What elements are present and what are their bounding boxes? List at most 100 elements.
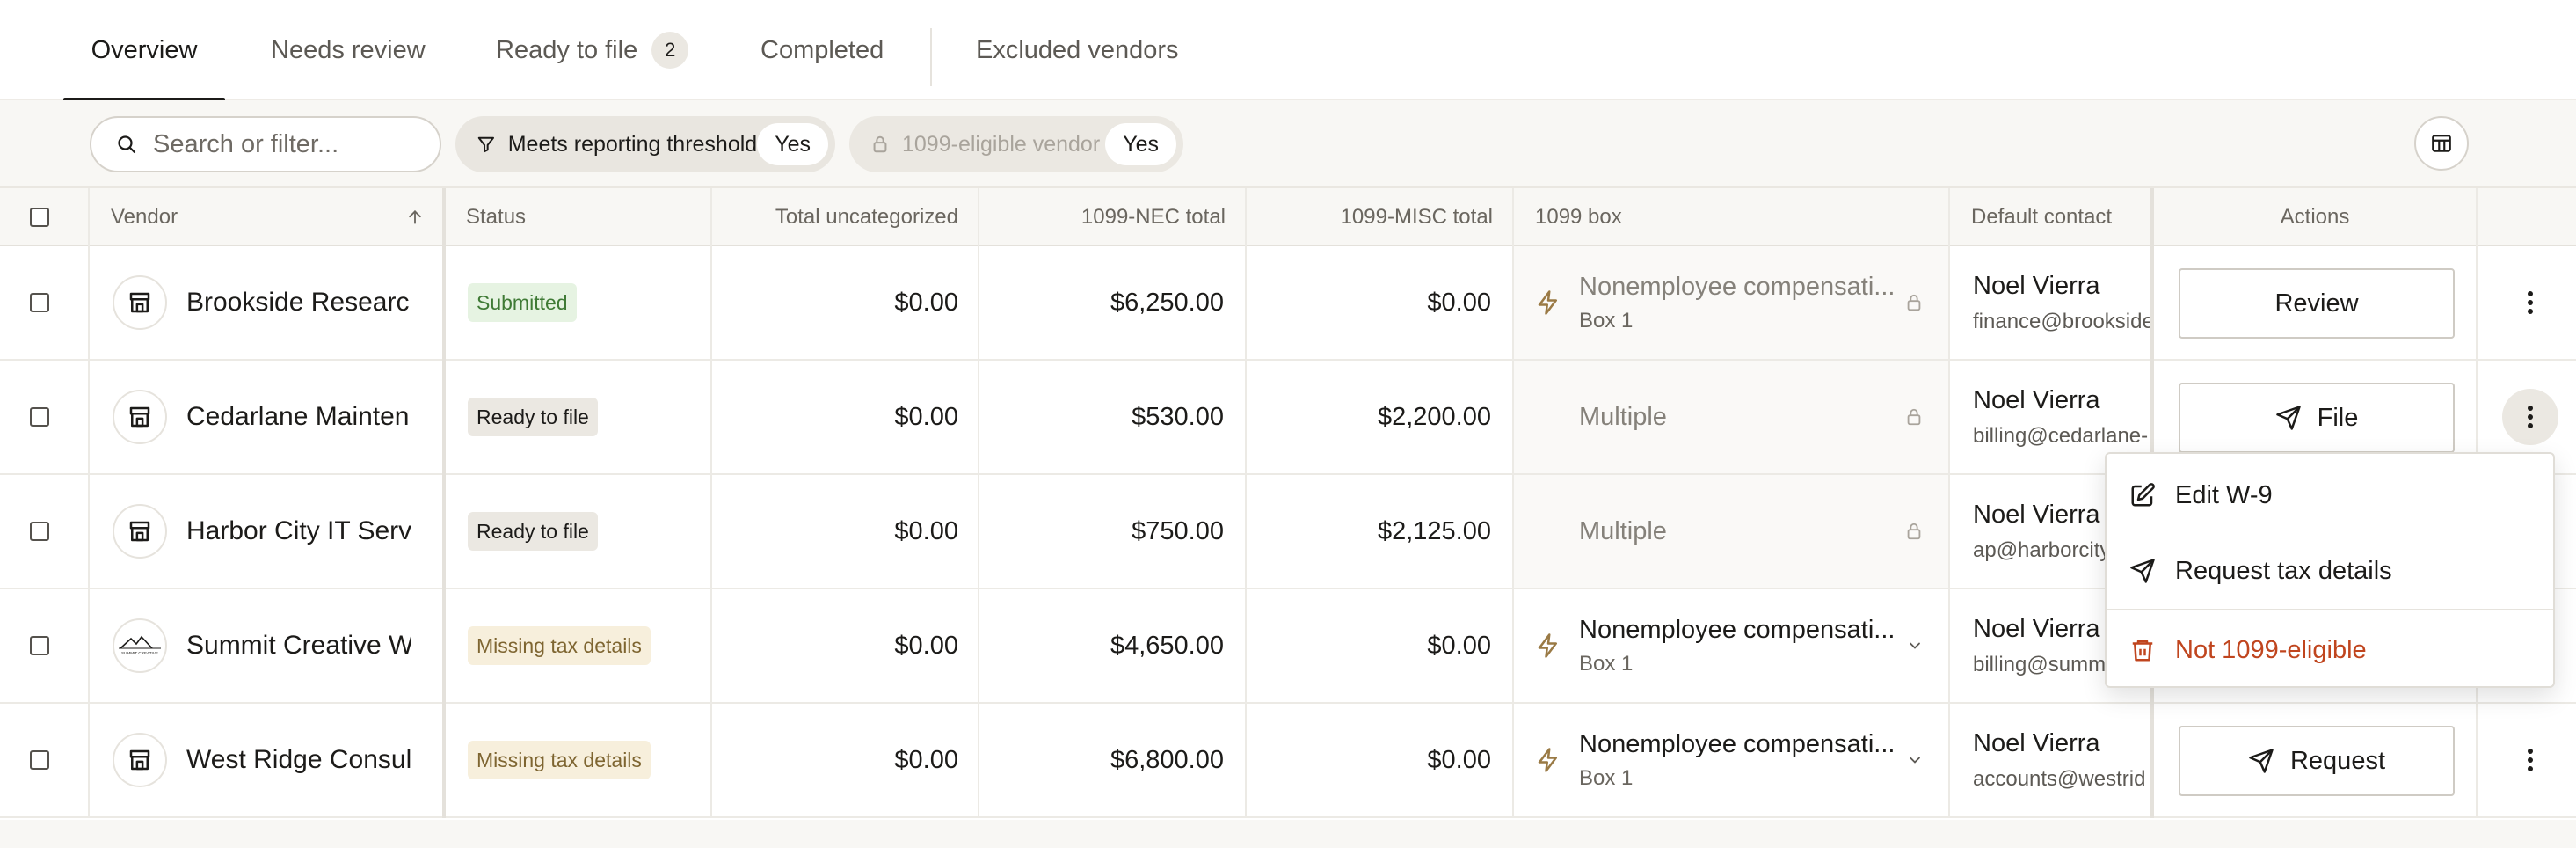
- row-checkbox[interactable]: [30, 293, 49, 312]
- menu-item-label: Request tax details: [2175, 556, 2392, 585]
- vendor-name[interactable]: West Ridge Consult...: [186, 745, 411, 775]
- column-header-vendor[interactable]: Vendor: [111, 188, 424, 246]
- tab-completed[interactable]: Completed: [760, 0, 884, 100]
- misc-total-cell: $0.00: [1427, 631, 1491, 660]
- tab-label: Needs review: [271, 35, 426, 64]
- column-divider: [2150, 704, 2154, 818]
- column-label: 1099-NEC total: [1081, 205, 1226, 229]
- status-cell: Missing tax details: [468, 589, 651, 702]
- table-footer-area: [0, 820, 2576, 848]
- more-vertical-icon: [2528, 749, 2533, 771]
- nec-total-cell: $6,800.00: [1110, 745, 1224, 774]
- contact-email: ap@harborcity: [1973, 537, 2111, 562]
- row-select-cell: [30, 589, 49, 702]
- vendor-avatar: [113, 390, 167, 444]
- tab-overview[interactable]: Overview: [63, 0, 225, 102]
- column-header-status[interactable]: Status: [466, 188, 695, 246]
- bolt-icon: [1538, 748, 1557, 772]
- column-header-nec[interactable]: 1099-NEC total: [979, 188, 1226, 246]
- search-input[interactable]: [153, 129, 417, 159]
- status-cell: Ready to file: [468, 361, 598, 473]
- chip-label: 1099-eligible vendor: [902, 131, 1101, 157]
- table-row[interactable]: West Ridge Consult... Missing tax detail…: [0, 704, 2576, 818]
- nec-total-cell: $530.00: [1132, 402, 1224, 431]
- vendor-cell[interactable]: Cedarlane Mainten...: [113, 361, 411, 473]
- file-button[interactable]: File: [2179, 383, 2455, 453]
- tab-ready-to-file[interactable]: Ready to file 2: [496, 0, 689, 100]
- row-select-cell: [30, 361, 49, 473]
- contact-email: accounts@westrid: [1973, 766, 2146, 791]
- search-icon: [118, 135, 136, 154]
- column-divider: [2150, 246, 2154, 361]
- box-label: Multiple: [1579, 402, 1667, 431]
- edit-icon: [2131, 483, 2155, 507]
- row-checkbox[interactable]: [30, 522, 49, 541]
- column-divider: [442, 704, 446, 818]
- box-select-cell[interactable]: Nonemployee compensati... Box 1: [1514, 704, 1948, 816]
- column-settings-button[interactable]: [2414, 116, 2469, 171]
- vendor-name[interactable]: Harbor City IT Servi...: [186, 516, 411, 546]
- row-checkbox[interactable]: [30, 750, 49, 770]
- select-all-checkbox[interactable]: [30, 208, 49, 227]
- menu-item-request-tax-details[interactable]: Request tax details: [2107, 533, 2553, 609]
- status-cell: Ready to file: [468, 475, 598, 588]
- vendor-cell[interactable]: Brookside Researc...: [113, 246, 411, 359]
- chip-value: Yes: [1105, 123, 1176, 165]
- column-divider: [1948, 704, 1950, 818]
- table-row[interactable]: Brookside Researc... Submitted $0.00 $6,…: [0, 246, 2576, 361]
- review-button[interactable]: Review: [2179, 268, 2455, 339]
- row-checkbox[interactable]: [30, 636, 49, 655]
- chevron-down-icon: [1910, 642, 1920, 649]
- uncategorized-cell: $0.00: [894, 516, 958, 545]
- status-badge: Ready to file: [468, 398, 598, 436]
- row-actions-menu: Edit W-9 Request tax details Not 1099-el…: [2105, 452, 2555, 688]
- row-menu-button[interactable]: [2502, 274, 2558, 331]
- column-divider: [88, 475, 90, 589]
- vendor-cell[interactable]: West Ridge Consult...: [113, 704, 411, 816]
- box-number: Box 1: [1579, 651, 1634, 676]
- search-box[interactable]: [90, 116, 441, 172]
- status-cell: Missing tax details: [468, 704, 651, 816]
- nec-total-cell: $4,650.00: [1110, 631, 1224, 660]
- vendor-name[interactable]: Summit Creative W...: [186, 631, 411, 661]
- menu-item-label: Not 1099-eligible: [2175, 635, 2367, 664]
- tab-count-badge: 2: [651, 32, 689, 69]
- request-button[interactable]: Request: [2179, 726, 2455, 796]
- menu-item-edit-w9[interactable]: Edit W-9: [2107, 457, 2553, 533]
- lock-icon: [873, 135, 887, 153]
- vendor-cell[interactable]: Harbor City IT Servi...: [113, 475, 411, 588]
- row-menu-button[interactable]: [2502, 389, 2558, 445]
- vendor-name[interactable]: Cedarlane Mainten...: [186, 402, 411, 432]
- threshold-filter-chip[interactable]: Meets reporting threshold Yes: [455, 116, 835, 172]
- contact-email: billing@cedarlane-: [1973, 423, 2149, 448]
- menu-item-not-1099-eligible[interactable]: Not 1099-eligible: [2107, 612, 2553, 688]
- logo-text: SUMMIT CREATIVE: [121, 651, 158, 655]
- status-cell: Submitted: [468, 246, 577, 359]
- tab-divider: [930, 28, 932, 86]
- contact-name: Noel Vierra: [1973, 728, 2100, 757]
- box-cell: Multiple: [1514, 361, 1948, 473]
- status-badge: Missing tax details: [468, 741, 651, 779]
- column-header-contact[interactable]: Default contact: [1971, 188, 2147, 246]
- button-label: File: [2317, 403, 2359, 432]
- contact-name: Noel Vierra: [1973, 500, 2100, 529]
- eligible-filter-chip[interactable]: 1099-eligible vendor Yes: [849, 116, 1183, 172]
- column-header-uncategorized[interactable]: Total uncategorized: [712, 188, 958, 246]
- send-icon: [2249, 749, 2274, 773]
- trash-icon: [2132, 640, 2153, 662]
- vendor-cell[interactable]: SUMMIT CREATIVE Summit Creative W...: [113, 589, 411, 702]
- tab-bar: Overview Needs review Ready to file 2 Co…: [0, 0, 2576, 102]
- column-header-misc[interactable]: 1099-MISC total: [1247, 188, 1493, 246]
- vendor-name[interactable]: Brookside Researc...: [186, 288, 411, 318]
- row-checkbox[interactable]: [30, 407, 49, 427]
- tab-excluded-vendors[interactable]: Excluded vendors: [976, 0, 1179, 100]
- column-label: Status: [466, 205, 527, 229]
- vendor-avatar: [113, 504, 167, 559]
- box-label: Nonemployee compensati...: [1579, 272, 1896, 301]
- storefront-icon: [129, 292, 150, 313]
- tab-needs-review[interactable]: Needs review: [271, 0, 426, 100]
- column-header-1099-box[interactable]: 1099 box: [1535, 188, 1931, 246]
- box-select-cell[interactable]: Nonemployee compensati... Box 1: [1514, 589, 1948, 702]
- chip-value[interactable]: Yes: [757, 123, 828, 165]
- row-menu-button[interactable]: [2502, 732, 2558, 788]
